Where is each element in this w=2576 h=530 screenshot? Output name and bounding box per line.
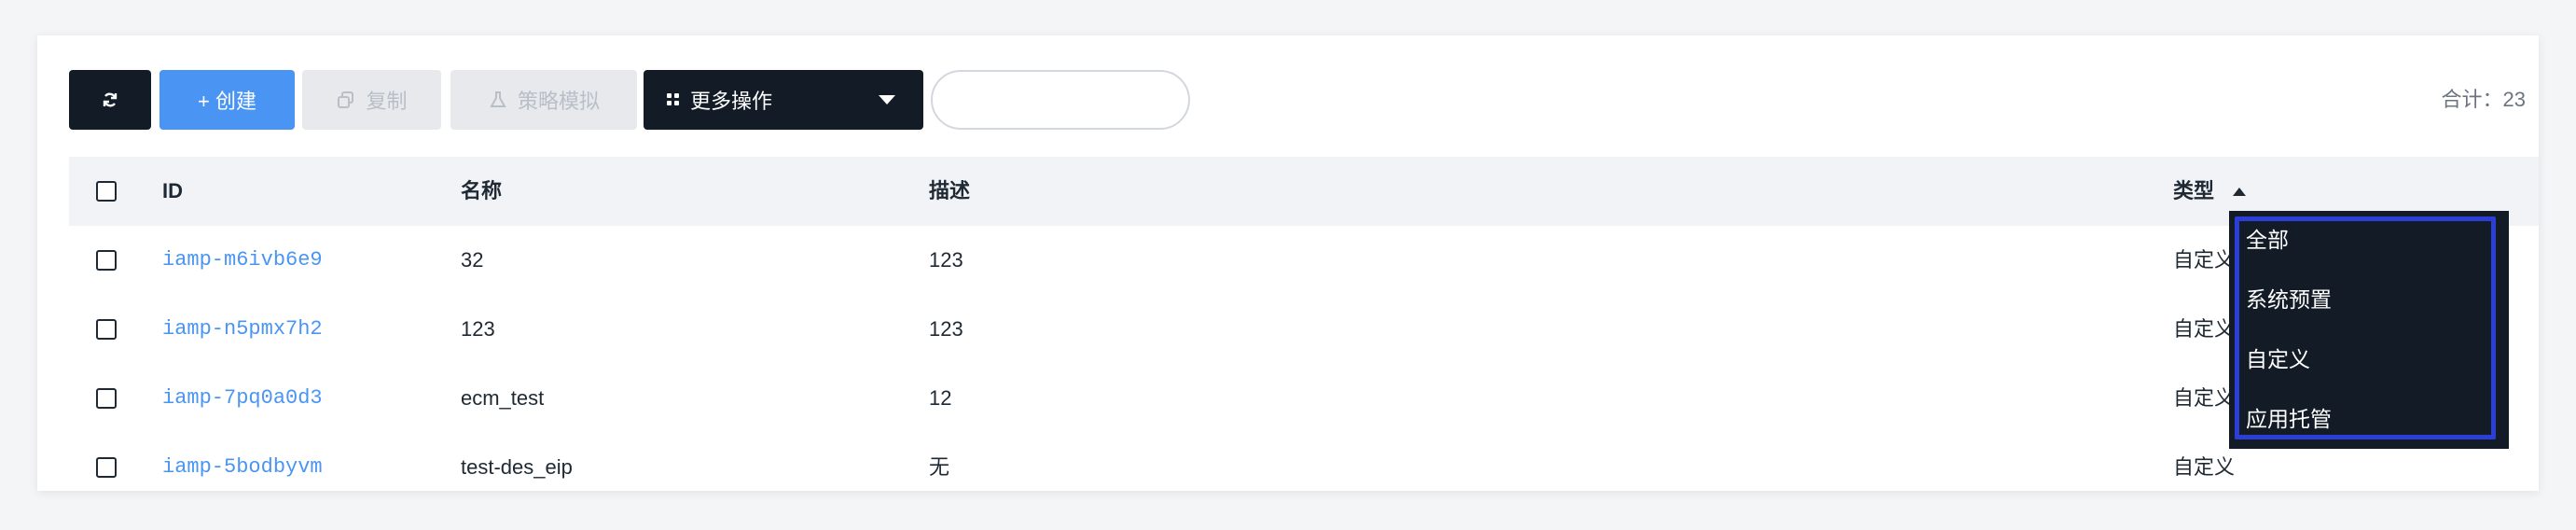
row-checkbox[interactable] bbox=[96, 388, 117, 409]
policy-description: 无 bbox=[929, 455, 950, 479]
filter-option-custom[interactable]: 自定义 bbox=[2246, 333, 2488, 385]
caret-down-icon bbox=[879, 95, 895, 105]
column-type[interactable]: 类型 bbox=[2173, 157, 2214, 226]
copy-button[interactable]: 复制 bbox=[302, 70, 441, 130]
grid-icon bbox=[667, 93, 679, 105]
refresh-icon bbox=[103, 92, 118, 107]
table-header: ID 名称 描述 类型 bbox=[69, 157, 2539, 227]
column-description: 描述 bbox=[929, 179, 971, 202]
row-checkbox[interactable] bbox=[96, 250, 117, 271]
toolbar: + 创建 复制 策略模拟 更多操作 合计：23 bbox=[69, 70, 2526, 130]
policy-simulation-label: 策略模拟 bbox=[517, 90, 600, 113]
policy-name: ecm_test bbox=[461, 386, 545, 410]
row-checkbox[interactable] bbox=[96, 457, 117, 478]
create-button-label: + 创建 bbox=[198, 90, 256, 113]
policy-type: 自定义 bbox=[2173, 386, 2236, 410]
policy-name: 123 bbox=[461, 317, 495, 341]
create-button[interactable]: + 创建 bbox=[159, 70, 295, 130]
table-row: iamp-7pq0a0d3 ecm_test 12 自定义 bbox=[69, 364, 2539, 434]
policy-type: 自定义 bbox=[2173, 317, 2236, 341]
policy-id-link[interactable]: iamp-5bodbyvm bbox=[162, 433, 323, 491]
filter-option-all[interactable]: 全部 bbox=[2246, 214, 2488, 266]
sort-ascending-icon[interactable] bbox=[2233, 188, 2246, 196]
refresh-button[interactable] bbox=[69, 70, 151, 130]
column-id: ID bbox=[162, 179, 183, 202]
filter-option-app-hosted[interactable]: 应用托管 bbox=[2246, 393, 2488, 445]
flask-icon bbox=[490, 91, 506, 107]
policy-type: 自定义 bbox=[2173, 248, 2236, 272]
table-row: iamp-m6ivb6e9 32 123 自定义 bbox=[69, 226, 2539, 296]
column-name: 名称 bbox=[461, 179, 503, 202]
policy-simulation-button[interactable]: 策略模拟 bbox=[450, 70, 637, 130]
policy-name: test-des_eip bbox=[461, 455, 573, 479]
type-filter-dropdown: 全部 系统预置 自定义 应用托管 bbox=[2229, 211, 2509, 449]
copy-button-label: 复制 bbox=[366, 90, 408, 113]
copy-icon bbox=[338, 91, 354, 108]
policy-type: 自定义 bbox=[2173, 455, 2236, 479]
policy-description: 12 bbox=[929, 386, 952, 410]
row-checkbox[interactable] bbox=[96, 319, 117, 340]
filter-option-system-preset[interactable]: 系统预置 bbox=[2246, 273, 2488, 326]
policy-id-link[interactable]: iamp-n5pmx7h2 bbox=[162, 295, 323, 364]
more-actions-button[interactable]: 更多操作 bbox=[644, 70, 923, 130]
policy-id-link[interactable]: iamp-7pq0a0d3 bbox=[162, 364, 323, 433]
table-row: iamp-n5pmx7h2 123 123 自定义 bbox=[69, 295, 2539, 365]
more-actions-label: 更多操作 bbox=[690, 90, 773, 113]
search-input[interactable] bbox=[931, 70, 1190, 130]
policy-name: 32 bbox=[461, 248, 484, 272]
policy-description: 123 bbox=[929, 317, 963, 341]
policy-id-link[interactable]: iamp-m6ivb6e9 bbox=[162, 226, 323, 295]
policy-description: 123 bbox=[929, 248, 963, 272]
total-count: 合计：23 bbox=[2441, 88, 2526, 111]
table-row: iamp-5bodbyvm test-des_eip 无 自定义 bbox=[69, 433, 2539, 491]
policy-list-panel: + 创建 复制 策略模拟 更多操作 合计：23 ID 名称 描述 类型 iamp… bbox=[37, 35, 2539, 491]
select-all-checkbox[interactable] bbox=[96, 181, 117, 202]
